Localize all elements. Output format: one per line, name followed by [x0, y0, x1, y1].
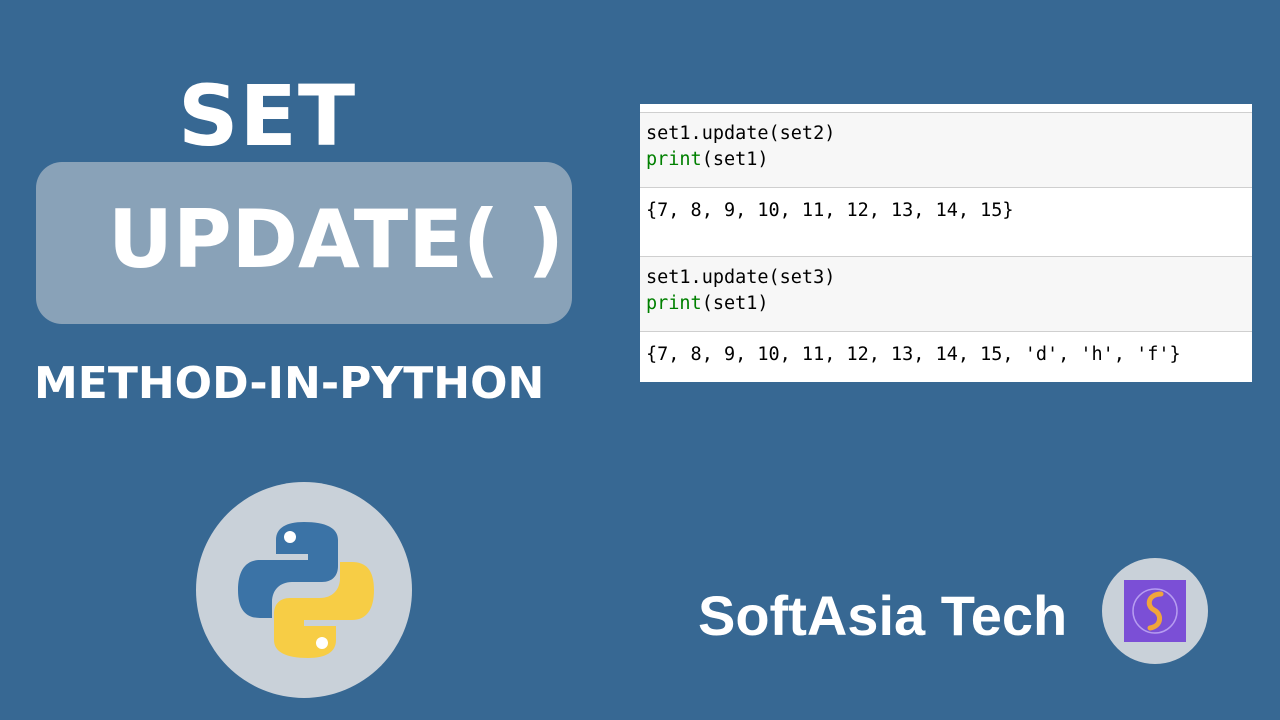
output-text: {7, 8, 9, 10, 11, 12, 13, 14, 15}	[646, 200, 1014, 221]
code-line: set1.update(set2)	[646, 123, 836, 144]
code-input-cell-2: set1.update(set3) print(set1)	[640, 256, 1252, 332]
code-args: (set1)	[701, 293, 769, 314]
code-args: (set1)	[701, 149, 769, 170]
code-input-cell-1: set1.update(set2) print(set1)	[640, 112, 1252, 188]
keyword-print: print	[646, 293, 702, 314]
notebook-screenshot: set1.update(set2) print(set1) {7, 8, 9, …	[640, 104, 1252, 382]
softasia-logo-icon	[1124, 580, 1186, 642]
python-logo-icon	[238, 522, 374, 658]
code-output-cell-2: {7, 8, 9, 10, 11, 12, 13, 14, 15, 'd', '…	[640, 334, 1252, 382]
title-set: SET	[178, 67, 357, 165]
subtitle-method-in-python: METHOD-IN-PYTHON	[34, 358, 545, 409]
brand-name: SoftAsia Tech	[698, 584, 1068, 647]
title-update: UPDATE( )	[108, 193, 564, 286]
code-output-cell-1: {7, 8, 9, 10, 11, 12, 13, 14, 15}	[640, 190, 1252, 256]
code-line: set1.update(set3)	[646, 267, 836, 288]
output-text: {7, 8, 9, 10, 11, 12, 13, 14, 15, 'd', '…	[646, 344, 1181, 365]
code-line: print(set1)	[646, 291, 1246, 317]
code-line: print(set1)	[646, 147, 1246, 173]
keyword-print: print	[646, 149, 702, 170]
